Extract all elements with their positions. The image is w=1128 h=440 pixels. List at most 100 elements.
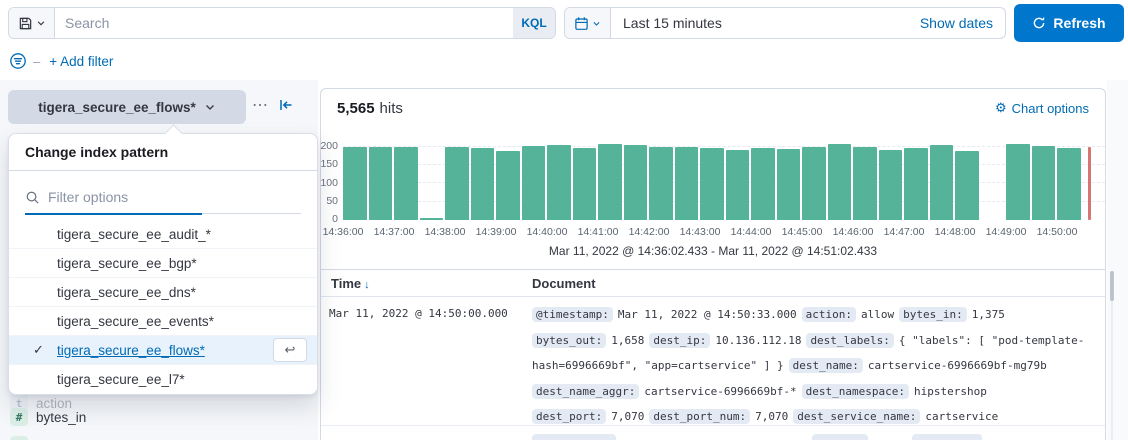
histogram-bar-14:47:30[interactable] (930, 145, 954, 220)
search-input[interactable] (55, 8, 513, 38)
doc-line: dest_name_aggr:cartservice-6996669bf-*de… (532, 379, 1110, 405)
index-pattern-list: tigera_secure_ee_audit_* tigera_secure_ee… (9, 220, 317, 394)
y-axis-tick-label: 150 (320, 158, 338, 170)
histogram-bar-14:47:00[interactable] (904, 148, 928, 220)
gear-icon: ⚙ (995, 100, 1007, 116)
histogram-bar-14:37:30[interactable] (420, 218, 444, 220)
field-value: hash=6996669bf", "app=cartservice" ] } (532, 359, 784, 372)
histogram-bar-14:42:30[interactable] (675, 147, 699, 220)
field-label: bytes_in (36, 410, 86, 425)
histogram-bar-14:45:30[interactable] (828, 144, 852, 220)
filter-circle-icon[interactable] (9, 52, 27, 70)
return-key-button[interactable]: ↩ (273, 338, 307, 362)
field-name-pill[interactable]: dest_namespace: (802, 384, 909, 399)
field-name-pill[interactable]: dest_name_aggr: (532, 384, 639, 399)
field-value: 1,375 (972, 308, 1005, 321)
histogram-bar-14:39:30[interactable] (522, 146, 546, 220)
histogram-bar-14:44:00[interactable] (751, 148, 775, 220)
kql-language-button[interactable]: KQL (513, 8, 555, 38)
histogram-bar-14:43:00[interactable] (700, 148, 724, 220)
histogram-bar-14:44:30[interactable] (777, 149, 801, 220)
histogram-bar-14:43:30[interactable] (726, 150, 750, 220)
discover-main-panel: 5,565 hits ⚙ Chart options 0501001502001… (320, 88, 1106, 440)
histogram-bar-14:49:30[interactable] (1032, 146, 1056, 220)
field-name-pill-partial (912, 434, 982, 440)
field-value: 10.136.112.18 (715, 334, 801, 347)
refresh-button[interactable]: Refresh (1014, 4, 1124, 42)
histogram-bar-14:38:00[interactable] (445, 147, 469, 220)
field-name-pill-partial (812, 434, 868, 440)
index-pattern-option-tigera_secure_ee_events*[interactable]: tigera_secure_ee_events* (9, 307, 317, 336)
histogram-bar-14:48:00[interactable] (955, 151, 979, 220)
check-icon: ✓ (33, 342, 44, 358)
index-pattern-option-tigera_secure_ee_audit_*[interactable]: tigera_secure_ee_audit_* (9, 220, 317, 249)
popover-title: Change index pattern (9, 134, 317, 171)
index-pattern-option-label: tigera_secure_ee_flows* (57, 343, 205, 358)
save-icon (18, 16, 33, 31)
field-name-pill[interactable]: bytes_out: (532, 333, 606, 348)
histogram-bar-14:40:00[interactable] (547, 145, 571, 220)
sidebar-field-clipped[interactable]: # (10, 436, 28, 440)
time-range-caption: Mar 11, 2022 @ 14:36:02.433 - Mar 11, 20… (321, 244, 1105, 258)
field-value: Mar 11, 2022 @ 14:50:33.000 (618, 308, 797, 321)
saved-query-menu-button[interactable] (9, 8, 55, 38)
index-pattern-switch-button[interactable]: tigera_secure_ee_flows* (8, 90, 246, 124)
column-header-time[interactable]: Time↓ (331, 276, 370, 291)
table-header: Time↓ Document (321, 269, 1105, 297)
table-scrollbar-thumb[interactable] (1110, 271, 1114, 301)
doc-row-time: Mar 11, 2022 @ 14:50:00.000 (329, 307, 508, 320)
index-pattern-option-tigera_secure_ee_dns*[interactable]: tigera_secure_ee_dns* (9, 278, 317, 307)
add-filter-button[interactable]: + Add filter (49, 54, 113, 69)
doc-line: hash=6996669bf", "app=cartservice" ] } de… (532, 353, 1110, 379)
histogram-bar-14:40:30[interactable] (573, 148, 597, 220)
histogram-bar-14:41:00[interactable] (598, 144, 622, 220)
histogram-bar-14:49:00[interactable] (1006, 144, 1030, 220)
show-dates-button[interactable]: Show dates (920, 15, 1005, 31)
collapse-sidebar-icon[interactable] (278, 97, 294, 113)
index-pattern-option-label: tigera_secure_ee_dns* (57, 285, 196, 300)
query-top-bar: KQL Last 15 minutes Show dates Refresh (0, 0, 1128, 46)
histogram-bar-14:46:30[interactable] (879, 150, 903, 220)
histogram-bar-14:45:00[interactable] (802, 147, 826, 220)
field-name-pill[interactable]: dest_service_name: (793, 409, 920, 424)
field-name-pill[interactable]: dest_name: (789, 358, 863, 373)
histogram-bar-14:36:30[interactable] (369, 147, 393, 220)
histogram-bar-14:41:30[interactable] (624, 145, 648, 220)
field-settings-dots-icon[interactable]: ⋯ (252, 92, 269, 120)
field-value: 7,070 (611, 410, 644, 423)
histogram-bar-14:46:00[interactable] (853, 147, 877, 220)
filter-options-input[interactable] (48, 189, 301, 205)
field-name-pill[interactable]: bytes_in: (899, 307, 967, 322)
hits-header: 5,565 hits ⚙ Chart options (321, 95, 1105, 121)
field-name-pill[interactable]: dest_ip: (649, 333, 710, 348)
chart-options-button[interactable]: ⚙ Chart options (995, 100, 1089, 116)
field-value: allow (861, 308, 894, 321)
field-name-pill[interactable]: action: (802, 307, 856, 322)
histogram-bar-14:39:00[interactable] (496, 151, 520, 220)
histogram-bar-14:38:30[interactable] (471, 148, 495, 220)
hits-label: hits (380, 100, 403, 117)
calendar-icon (574, 16, 589, 31)
histogram-bar-14:50:00[interactable] (1057, 148, 1081, 220)
index-pattern-option-tigera_secure_ee_flows*[interactable]: ✓ tigera_secure_ee_flows* ↩ (9, 336, 317, 365)
field-name-pill[interactable]: dest_port_num: (649, 409, 750, 424)
y-axis-tick-label: 200 (320, 140, 338, 152)
index-pattern-option-tigera_secure_ee_bgp*[interactable]: tigera_secure_ee_bgp* (9, 249, 317, 278)
histogram-bar-14:37:00[interactable] (394, 147, 418, 220)
index-pattern-option-label: tigera_secure_ee_audit_* (57, 227, 211, 242)
field-name-pill[interactable]: dest_port: (532, 409, 606, 424)
histogram-bar-14:42:00[interactable] (649, 147, 673, 220)
number-field-badge: # (10, 436, 28, 440)
y-axis-tick-label: 0 (332, 213, 338, 225)
sidebar-field-bytes_in[interactable]: #bytes_in (10, 408, 86, 426)
field-value: 7,070 (755, 410, 788, 423)
date-quick-select-button[interactable] (565, 8, 611, 38)
filter-options-field (25, 181, 301, 214)
sort-descending-icon[interactable]: ↓ (364, 279, 370, 291)
time-range-value[interactable]: Last 15 minutes (611, 15, 722, 31)
change-index-pattern-popover: Change index pattern tigera_secure_ee_au… (8, 133, 318, 395)
field-name-pill[interactable]: dest_labels: (806, 333, 893, 348)
field-name-pill[interactable]: @timestamp: (532, 307, 613, 322)
index-pattern-option-tigera_secure_ee_l7*[interactable]: tigera_secure_ee_l7* (9, 365, 317, 394)
histogram-bar-14:36:00[interactable] (343, 147, 367, 220)
